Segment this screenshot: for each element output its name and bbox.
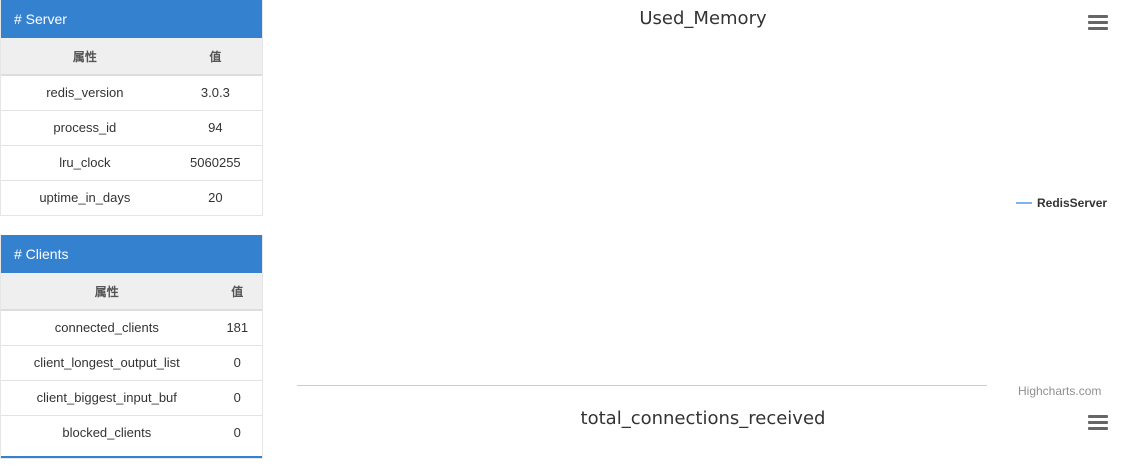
row-value: 0 [233, 425, 241, 441]
value-column-header: 值 [168, 38, 262, 76]
table-row: lru_clock 5060255 [1, 145, 262, 181]
value-column-header: 值 [212, 273, 262, 311]
attribute-column-header: 属性 [1, 38, 169, 76]
row-key: redis_version [1, 75, 169, 111]
table-row: uptime_in_days 20 [1, 180, 262, 215]
row-value: 5060255 [168, 145, 262, 181]
table-row: redis_version 3.0.3 [1, 75, 262, 111]
next-panel-edge [1, 450, 262, 458]
charts-area: Used_Memory RedisServer Highcharts.com t… [297, 0, 1145, 470]
row-value: 94 [168, 110, 262, 146]
row-value: 0 [212, 380, 262, 416]
clients-panel: # Clients 属性 值 connected_clients 181 cli… [0, 235, 263, 459]
clients-panel-title: # Clients [1, 235, 262, 273]
server-panel-title: # Server [1, 0, 262, 38]
table-row: client_longest_output_list 0 [1, 345, 262, 381]
table-row: process_id 94 [1, 110, 262, 146]
row-key: process_id [1, 110, 169, 146]
highcharts-credits-link[interactable]: Highcharts.com [1018, 384, 1101, 398]
table-header-row: 属性 值 [1, 38, 262, 76]
row-value: 3.0.3 [168, 75, 262, 111]
attribute-column-header: 属性 [1, 273, 213, 311]
chart-context-menu-icon[interactable] [1088, 415, 1108, 431]
row-key: blocked_clients [62, 425, 152, 441]
legend-line-icon [1016, 202, 1032, 204]
row-value: 20 [208, 190, 223, 206]
panel-spacer [0, 216, 263, 235]
server-table: 属性 值 redis_version 3.0.3 process_id 94 l… [1, 38, 262, 215]
server-panel: # Server 属性 值 redis_version 3.0.3 proces… [0, 0, 263, 216]
total-connections-chart-title: total_connections_received [580, 408, 826, 429]
row-key: client_biggest_input_buf [1, 380, 213, 416]
row-key: lru_clock [1, 145, 169, 181]
chart-context-menu-icon[interactable] [1088, 15, 1108, 31]
x-axis-line [297, 385, 987, 386]
legend-item-redisserver[interactable]: RedisServer [1016, 196, 1107, 210]
row-key: uptime_in_days [39, 190, 131, 206]
table-row: blocked_clients 0 [1, 415, 262, 450]
row-value: 0 [212, 345, 262, 381]
legend-label: RedisServer [1037, 196, 1108, 210]
table-row: connected_clients 181 [1, 310, 262, 346]
clients-table: 属性 值 connected_clients 181 client_longes… [1, 273, 262, 450]
info-sidebar: # Server 属性 值 redis_version 3.0.3 proces… [0, 0, 263, 459]
used-memory-chart-title: Used_Memory [639, 8, 767, 29]
table-row: client_biggest_input_buf 0 [1, 380, 262, 416]
row-key: client_longest_output_list [1, 345, 213, 381]
row-value: 181 [212, 310, 262, 346]
row-key: connected_clients [1, 310, 213, 346]
table-header-row: 属性 值 [1, 273, 262, 311]
